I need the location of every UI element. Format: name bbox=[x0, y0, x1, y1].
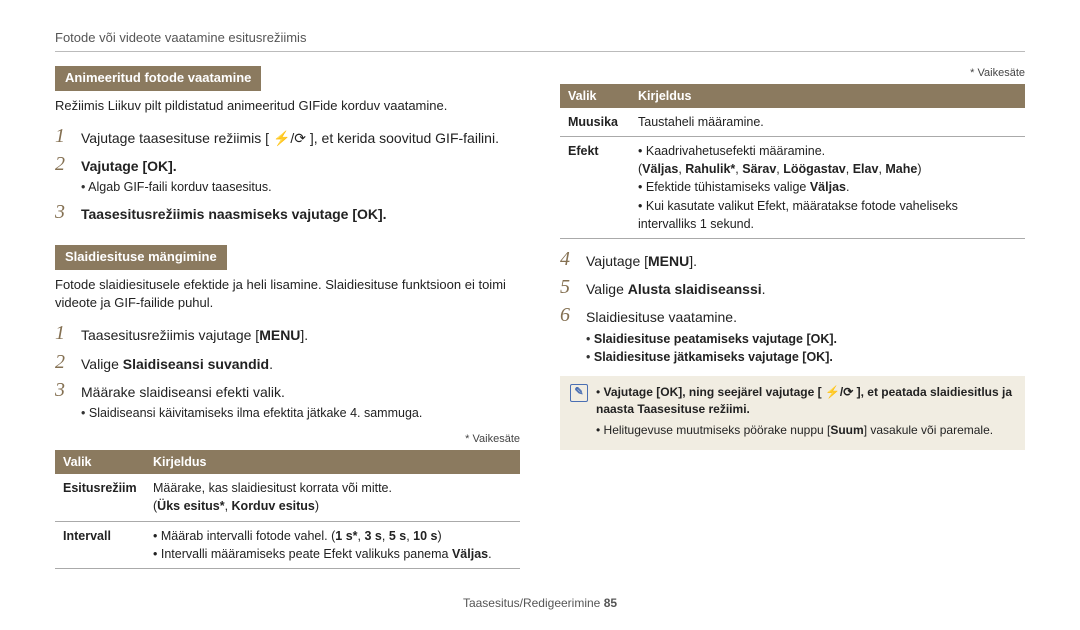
note-icon: ✎ bbox=[570, 384, 588, 402]
options-table-left: ValikKirjeldus Esitusrežiim Määrake, kas… bbox=[55, 450, 520, 569]
left-column: Animeeritud fotode vaatamine Režiimis Li… bbox=[55, 66, 520, 586]
substeps: Algab GIF-faili korduv taasesitus. bbox=[81, 178, 520, 196]
step-text: Valige Alusta slaidiseanssi. bbox=[586, 277, 766, 299]
table-row: Esitusrežiim Määrake, kas slaidiesitust … bbox=[55, 474, 520, 521]
default-note: * Vaikesäte bbox=[560, 66, 1025, 82]
table-row: Efekt Kaadrivahetusefekti määramine. (Vä… bbox=[560, 137, 1025, 239]
default-note: * Vaikesäte bbox=[55, 432, 520, 448]
content-columns: Animeeritud fotode vaatamine Režiimis Li… bbox=[55, 66, 1025, 586]
intro-slideshow: Fotode slaidiesitusele efektide ja heli … bbox=[55, 276, 520, 314]
steps-animated: 1 Vajutage taasesituse režiimis [ ⚡/⟳ ], … bbox=[55, 126, 520, 225]
intro-animated: Režiimis Liikuv pilt pildistatud animeer… bbox=[55, 97, 520, 116]
page-root: Fotode või videote vaatamine esitusrežii… bbox=[0, 0, 1080, 630]
table-row: Intervall Määrab intervalli fotode vahel… bbox=[55, 521, 520, 568]
step-text: Määrake slaidiseansi efekti valik. bbox=[81, 380, 285, 402]
step-text: Valige Slaidiseansi suvandid. bbox=[81, 352, 273, 374]
step-number: 3 bbox=[55, 202, 73, 224]
step-number: 2 bbox=[55, 154, 73, 176]
step-text: Taasesitusrežiimis vajutage [MENU]. bbox=[81, 323, 308, 345]
table-row: Muusika Taustaheli määramine. bbox=[560, 108, 1025, 137]
step-text: Vajutage [MENU]. bbox=[586, 249, 697, 271]
heading-slideshow: Slaidiesituse mängimine bbox=[55, 245, 227, 270]
step-text: Vajutage [OK]. bbox=[81, 154, 177, 176]
steps-slideshow-right: 4Vajutage [MENU]. 5Valige Alusta slaidis… bbox=[560, 249, 1025, 366]
breadcrumb: Fotode või videote vaatamine esitusrežii… bbox=[55, 30, 1025, 52]
steps-slideshow-left: 1Taasesitusrežiimis vajutage [MENU]. 2Va… bbox=[55, 323, 520, 422]
heading-animated: Animeeritud fotode vaatamine bbox=[55, 66, 261, 91]
step-text: Slaidiesituse vaatamine. bbox=[586, 305, 737, 327]
step-number: 1 bbox=[55, 126, 73, 148]
right-column: * Vaikesäte ValikKirjeldus Muusika Taust… bbox=[560, 66, 1025, 586]
step-text: Vajutage taasesituse režiimis [ ⚡/⟳ ], e… bbox=[81, 126, 499, 148]
tip-box: ✎ Vajutage [OK], ning seejärel vajutage … bbox=[560, 376, 1025, 450]
page-footer: Taasesitus/Redigeerimine 85 bbox=[55, 596, 1025, 610]
step-text: Taasesitusrežiimis naasmiseks vajutage [… bbox=[81, 202, 387, 224]
options-table-right: ValikKirjeldus Muusika Taustaheli määram… bbox=[560, 84, 1025, 239]
